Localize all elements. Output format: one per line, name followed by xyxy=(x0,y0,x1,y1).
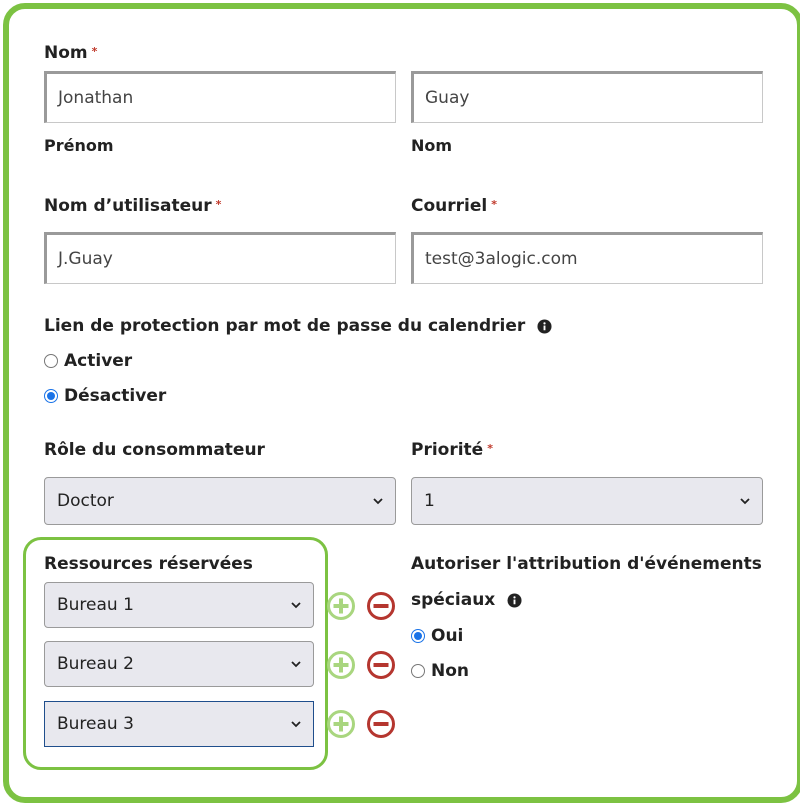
resource-value: Bureau 1 xyxy=(57,595,134,615)
resource-select-1[interactable]: Bureau 1 xyxy=(44,582,314,628)
minus-circle-icon[interactable] xyxy=(366,591,396,621)
radio-oui[interactable]: Oui xyxy=(411,626,463,646)
priority-select[interactable]: 1 xyxy=(411,477,763,525)
radio-button[interactable] xyxy=(44,389,58,403)
consumer-role-label: Rôle du consommateur xyxy=(44,440,265,460)
radio-button[interactable] xyxy=(411,629,425,643)
reserved-resources-label: Ressources réservées xyxy=(44,554,253,574)
info-icon[interactable] xyxy=(507,592,522,608)
last-name-input[interactable]: Guay xyxy=(411,71,763,123)
email-input[interactable]: test@3alogic.com xyxy=(411,232,763,284)
priority-value: 1 xyxy=(424,491,435,511)
special-events-label-cont: spéciaux xyxy=(411,590,522,610)
special-events-label: Autoriser l'attribution d'événements xyxy=(411,554,762,574)
email-label: Courriel * xyxy=(411,196,497,216)
priority-label: Priorité * xyxy=(411,440,493,460)
resource-select-3[interactable]: Bureau 3 xyxy=(44,701,314,747)
resource-select-2[interactable]: Bureau 2 xyxy=(44,641,314,687)
resource-value: Bureau 2 xyxy=(57,654,134,674)
info-icon[interactable] xyxy=(537,318,552,334)
plus-circle-icon[interactable] xyxy=(326,591,356,621)
radio-non[interactable]: Non xyxy=(411,661,469,681)
radio-button[interactable] xyxy=(44,354,58,368)
minus-circle-icon[interactable] xyxy=(366,650,396,680)
required-mark: * xyxy=(491,198,497,211)
required-mark: * xyxy=(215,198,222,211)
calendar-protection-label: Lien de protection par mot de passe du c… xyxy=(44,316,552,336)
chevron-down-icon xyxy=(291,602,301,609)
radio-activer[interactable]: Activer xyxy=(44,351,132,371)
minus-circle-icon[interactable] xyxy=(366,709,396,739)
consumer-role-select[interactable]: Doctor xyxy=(44,477,396,525)
radio-desactiver[interactable]: Désactiver xyxy=(44,386,166,406)
required-mark: * xyxy=(487,442,493,455)
chevron-down-icon xyxy=(740,498,750,505)
username-input[interactable]: J.Guay xyxy=(44,232,396,284)
plus-circle-icon[interactable] xyxy=(326,709,356,739)
chevron-down-icon xyxy=(373,498,383,505)
plus-circle-icon[interactable] xyxy=(326,650,356,680)
consumer-role-value: Doctor xyxy=(57,491,114,511)
chevron-down-icon xyxy=(291,721,301,728)
first-name-caption: Prénom xyxy=(44,136,114,155)
first-name-input[interactable]: Jonathan xyxy=(44,71,396,123)
resource-value: Bureau 3 xyxy=(57,714,134,734)
name-label: Nom * xyxy=(44,43,98,63)
required-mark: * xyxy=(91,45,98,58)
chevron-down-icon xyxy=(291,661,301,668)
last-name-caption: Nom xyxy=(411,136,453,155)
radio-button[interactable] xyxy=(411,664,425,678)
username-label: Nom d’utilisateur * xyxy=(44,196,222,216)
